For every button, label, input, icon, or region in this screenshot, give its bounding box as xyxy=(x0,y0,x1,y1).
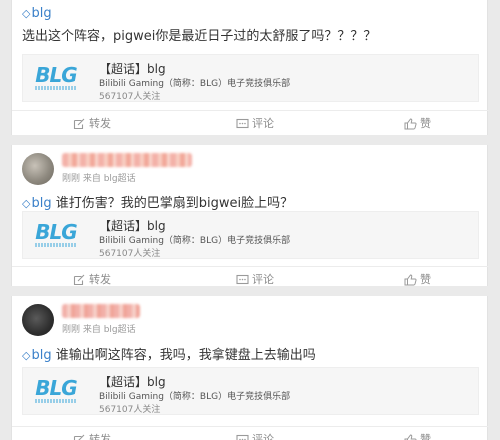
supertopic-followers: 567107人关注 xyxy=(99,92,161,102)
supertopic-followers: 567107人关注 xyxy=(99,405,161,415)
comment-button[interactable]: 评论 xyxy=(236,427,274,440)
diamond-icon: ◇ xyxy=(22,197,31,210)
post-header: 刚刚 来自 blg超话 xyxy=(22,151,322,191)
supertopic-title[interactable]: 【超话】blg xyxy=(99,373,166,390)
post-card: 刚刚 来自 blg超话 ◇blg 谁输出啊这阵容，我吗，我拿键盘上去输出吗 BL… xyxy=(11,296,489,440)
repost-icon xyxy=(73,118,85,130)
comment-icon xyxy=(236,118,249,129)
repost-icon xyxy=(73,434,85,440)
comment-icon xyxy=(236,434,249,440)
repost-button[interactable]: 转发 xyxy=(73,111,111,137)
topic-link[interactable]: ◇blg xyxy=(22,196,52,211)
supertopic-title[interactable]: 【超话】blg xyxy=(99,60,166,77)
blg-logo: BLG xyxy=(33,220,79,250)
topic-link[interactable]: ◇blg xyxy=(22,6,52,21)
diamond-icon: ◇ xyxy=(22,349,31,362)
post-card: 刚刚 来自 blg超话 ◇blg 谁打伤害？我的巴掌扇到bigwei脸上吗？ B… xyxy=(11,145,489,286)
post-text: ◇blg 谁输出啊这阵容，我吗，我拿键盘上去输出吗 xyxy=(22,348,316,363)
comment-icon xyxy=(236,274,249,285)
username-blurred[interactable] xyxy=(62,304,140,318)
like-button[interactable]: 赞 xyxy=(404,111,431,137)
supertopic-desc: Bilibili Gaming（简称：BLG）电子竞技俱乐部 xyxy=(99,79,291,89)
supertopic-desc: Bilibili Gaming（简称：BLG）电子竞技俱乐部 xyxy=(99,236,291,246)
post-actions: 转发 评论 赞 xyxy=(12,266,489,292)
blg-logo: BLG xyxy=(33,376,79,406)
thumbs-up-icon xyxy=(404,434,417,440)
post-header: 刚刚 来自 blg超话 xyxy=(22,302,322,342)
comment-button[interactable]: 评论 xyxy=(236,111,274,137)
supertopic-card[interactable]: BLG 【超话】blg Bilibili Gaming（简称：BLG）电子竞技俱… xyxy=(22,367,479,415)
like-button[interactable]: 赞 xyxy=(404,427,431,440)
repost-button[interactable]: 转发 xyxy=(73,267,111,293)
supertopic-followers: 567107人关注 xyxy=(99,249,161,259)
supertopic-title[interactable]: 【超话】blg xyxy=(99,217,166,234)
username-blurred[interactable] xyxy=(62,153,192,167)
post-meta: 刚刚 来自 blg超话 xyxy=(62,325,136,335)
post-actions: 转发 评论 赞 xyxy=(12,426,489,440)
supertopic-card[interactable]: BLG 【超话】blg Bilibili Gaming（简称：BLG）电子竞技俱… xyxy=(22,54,479,102)
repost-icon xyxy=(73,274,85,286)
post-text: ◇blg 谁打伤害？我的巴掌扇到bigwei脸上吗？ xyxy=(22,196,294,211)
topic-link[interactable]: ◇blg xyxy=(22,348,52,363)
post-actions: 转发 评论 赞 xyxy=(12,110,489,136)
post-card: ◇blg 选出这个阵容，pigwei你是最近日子过的太舒服了吗？？？？ BLG … xyxy=(11,0,489,136)
avatar[interactable] xyxy=(22,304,54,336)
post-meta: 刚刚 来自 blg超话 xyxy=(62,174,136,184)
post-topic-line: ◇blg xyxy=(22,6,52,21)
thumbs-up-icon xyxy=(404,118,417,130)
comment-button[interactable]: 评论 xyxy=(236,267,274,293)
supertopic-desc: Bilibili Gaming（简称：BLG）电子竞技俱乐部 xyxy=(99,392,291,402)
avatar[interactable] xyxy=(22,153,54,185)
post-text: 选出这个阵容，pigwei你是最近日子过的太舒服了吗？？？？ xyxy=(22,29,377,44)
thumbs-up-icon xyxy=(404,274,417,286)
supertopic-card[interactable]: BLG 【超话】blg Bilibili Gaming（简称：BLG）电子竞技俱… xyxy=(22,211,479,259)
like-button[interactable]: 赞 xyxy=(404,267,431,293)
repost-button[interactable]: 转发 xyxy=(73,427,111,440)
blg-logo: BLG xyxy=(33,63,79,93)
diamond-icon: ◇ xyxy=(22,7,31,20)
